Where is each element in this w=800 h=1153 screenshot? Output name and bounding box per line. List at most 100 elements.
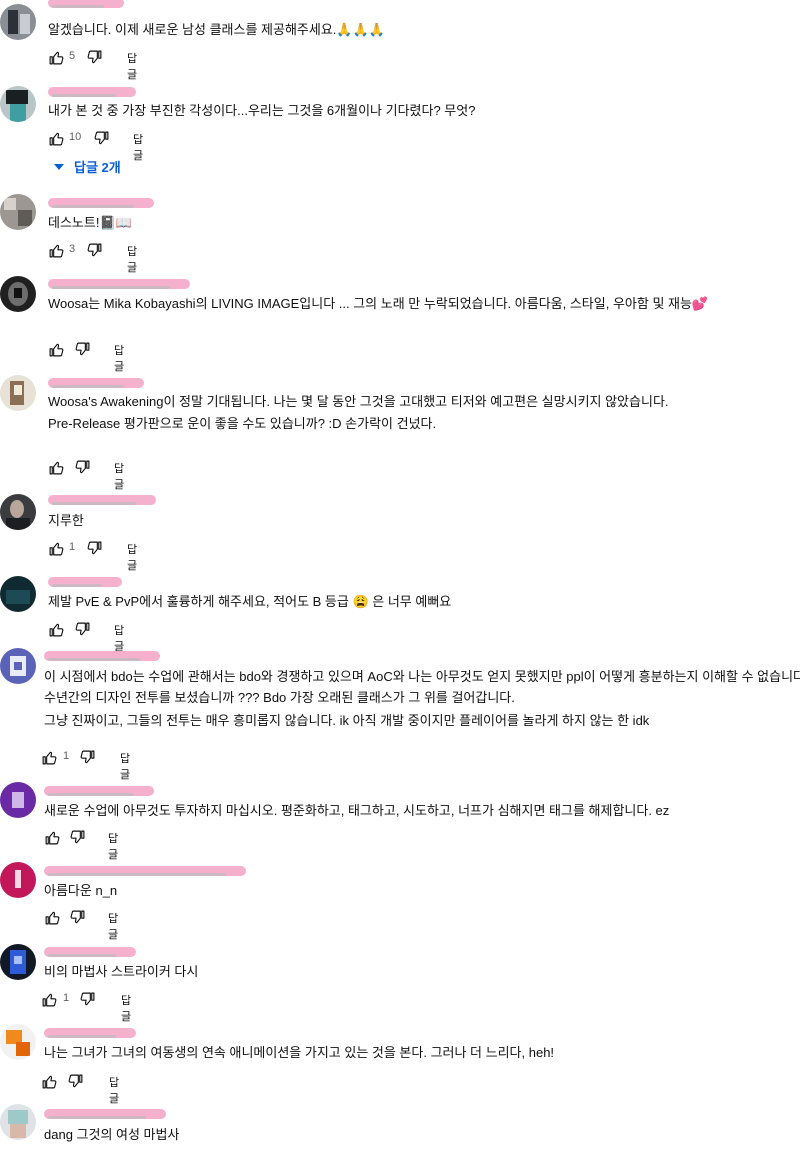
author-name[interactable] (48, 378, 144, 388)
comment-text: 이 시점에서 bdo는 수업에 관해서는 bdo와 경쟁하고 있으며 AoC와 … (44, 669, 800, 684)
reply-button[interactable]: 답글 (127, 243, 137, 275)
author-name[interactable] (44, 786, 154, 796)
dislike-button[interactable] (93, 128, 110, 148)
comment-text: 그냥 진짜이고, 그들의 전투는 매우 흥미롭지 않습니다. ik 아직 개발 … (44, 713, 650, 728)
thumbs-up-icon (49, 461, 64, 474)
like-button[interactable] (48, 457, 65, 477)
reply-button[interactable]: 답글 (108, 830, 118, 862)
thumbs-down-icon (87, 243, 102, 256)
thumbs-up-icon (45, 911, 60, 924)
comment-text: 제발 PvE & PvP에서 훌륭하게 해주세요, 적어도 B 등급 😩 은 너… (48, 594, 452, 609)
thumbs-up-icon (49, 244, 64, 257)
avatar[interactable] (0, 648, 36, 684)
thumbs-down-icon (70, 830, 85, 843)
dislike-button[interactable] (69, 827, 86, 847)
like-button[interactable] (48, 240, 65, 260)
comment-text: Pre-Release 평가판으로 운이 좋을 수도 있습니까? :D 손가락이… (48, 416, 437, 431)
like-button[interactable] (48, 339, 65, 359)
like-count: 5 (69, 50, 76, 62)
dislike-button[interactable] (79, 747, 96, 767)
author-name[interactable] (44, 1109, 166, 1119)
reply-button[interactable]: 답글 (114, 622, 124, 654)
avatar[interactable] (0, 494, 36, 530)
author-name[interactable] (48, 279, 190, 289)
avatar[interactable] (0, 86, 36, 122)
dislike-button[interactable] (86, 538, 103, 558)
thumbs-down-icon (68, 1074, 83, 1087)
thumbs-down-icon (87, 541, 102, 554)
like-button[interactable] (48, 128, 65, 148)
thumbs-down-icon (75, 460, 90, 473)
reply-button[interactable]: 답글 (114, 342, 124, 374)
avatar[interactable] (0, 1104, 36, 1140)
like-count: 3 (69, 243, 76, 255)
author-name[interactable] (44, 1028, 136, 1038)
like-count: 1 (63, 750, 70, 762)
thumbs-up-icon (42, 993, 57, 1006)
reply-button[interactable]: 답글 (108, 910, 118, 942)
like-button[interactable] (48, 538, 65, 558)
dislike-button[interactable] (74, 339, 91, 359)
avatar[interactable] (0, 1024, 36, 1060)
dislike-button[interactable] (74, 619, 91, 639)
dislike-button[interactable] (74, 457, 91, 477)
dislike-button[interactable] (69, 907, 86, 927)
avatar[interactable] (0, 862, 36, 898)
view-replies-button[interactable]: 답글 2개 (54, 157, 121, 176)
dislike-button[interactable] (67, 1071, 84, 1091)
author-name[interactable] (48, 198, 154, 208)
thumbs-up-icon (49, 542, 64, 555)
like-count: 1 (69, 541, 76, 553)
like-button[interactable] (48, 619, 65, 639)
like-count: 10 (69, 131, 82, 143)
like-button[interactable] (44, 907, 61, 927)
comment-text: dang 그것의 여성 마법사 (44, 1127, 180, 1142)
thumbs-up-icon (49, 343, 64, 356)
reply-button[interactable]: 답글 (127, 541, 137, 573)
caret-down-icon (54, 163, 64, 170)
avatar[interactable] (0, 276, 36, 312)
dislike-button[interactable] (79, 989, 96, 1009)
author-name[interactable] (44, 866, 246, 876)
thumbs-up-icon (42, 1075, 57, 1088)
avatar[interactable] (0, 194, 36, 230)
author-name[interactable] (48, 87, 136, 97)
author-name[interactable] (44, 651, 160, 661)
reply-button[interactable]: 답글 (127, 50, 137, 82)
reply-button[interactable]: 답글 (109, 1074, 119, 1106)
thumbs-down-icon (70, 910, 85, 923)
avatar[interactable] (0, 576, 36, 612)
reply-button[interactable]: 답글 (114, 460, 124, 492)
reply-button[interactable]: 답글 (133, 131, 143, 163)
thumbs-down-icon (94, 131, 109, 144)
avatar[interactable] (0, 375, 36, 411)
thumbs-down-icon (80, 992, 95, 1005)
thumbs-up-icon (45, 831, 60, 844)
avatar[interactable] (0, 944, 36, 980)
author-name[interactable] (44, 947, 136, 957)
dislike-button[interactable] (86, 240, 103, 260)
avatar[interactable] (0, 4, 36, 40)
thumbs-down-icon (75, 342, 90, 355)
author-name[interactable] (48, 495, 156, 505)
thumbs-down-icon (80, 750, 95, 763)
comment-text: 수년간의 디자인 전투를 보셨습니까 ??? Bdo 가장 오래된 클래스가 그… (44, 690, 515, 705)
comment-text: 비의 마법사 스트라이커 다시 (44, 964, 199, 979)
dislike-button[interactable] (86, 47, 103, 67)
like-button[interactable] (41, 1071, 58, 1091)
reply-button[interactable]: 답글 (120, 750, 130, 782)
like-button[interactable] (41, 747, 58, 767)
reply-button[interactable]: 답글 (121, 992, 131, 1024)
author-name[interactable] (48, 0, 124, 8)
comment-text: 나는 그녀가 그녀의 여동생의 연속 애니메이션을 가지고 있는 것을 본다. … (44, 1045, 555, 1060)
comment-text: 알겠습니다. 이제 새로운 남성 클래스를 제공해주세요.🙏🙏🙏 (48, 22, 385, 37)
thumbs-down-icon (87, 50, 102, 63)
author-name[interactable] (48, 577, 122, 587)
thumbs-up-icon (49, 623, 64, 636)
thumbs-up-icon (42, 751, 57, 764)
like-button[interactable] (48, 47, 65, 67)
like-button[interactable] (44, 827, 61, 847)
comment-text: 데스노트!📓📖 (48, 215, 132, 230)
avatar[interactable] (0, 782, 36, 818)
like-button[interactable] (41, 989, 58, 1009)
